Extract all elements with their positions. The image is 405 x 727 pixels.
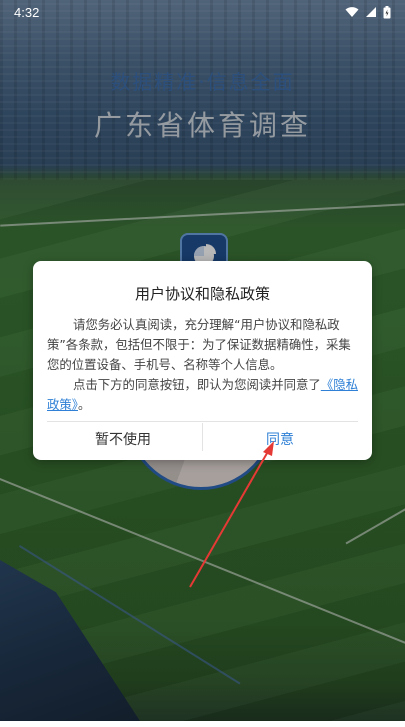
dialog-paragraph-consent: 点击下方的同意按钮，即认为您阅读并同意了《隐私政策》。 (47, 375, 359, 415)
wifi-icon (345, 7, 359, 17)
consent-text: 点击下方的同意按钮，即认为您阅读并同意了 (73, 377, 321, 392)
consent-suffix: 。 (77, 397, 91, 412)
status-time: 4:32 (14, 4, 40, 20)
dialog-divider (47, 421, 358, 422)
dialog-body: 请您务必认真阅读，充分理解“用户协议和隐私政策”各条款，包括但不限于：为了保证数… (47, 315, 359, 415)
decline-button[interactable]: 暂不使用 (48, 423, 198, 455)
status-bar: 4:32 (0, 0, 405, 24)
status-icons (345, 5, 391, 19)
privacy-dialog: 用户协议和隐私政策 请您务必认真阅读，充分理解“用户协议和隐私政策”各条款，包括… (33, 261, 372, 460)
agree-button[interactable]: 同意 (205, 423, 355, 455)
dialog-paragraph-terms: 请您务必认真阅读，充分理解“用户协议和隐私政策”各条款，包括但不限于：为了保证数… (47, 317, 351, 372)
dialog-title: 用户协议和隐私政策 (134, 285, 270, 303)
battery-icon (383, 5, 391, 18)
button-divider (202, 423, 203, 451)
cellular-icon (366, 7, 376, 17)
